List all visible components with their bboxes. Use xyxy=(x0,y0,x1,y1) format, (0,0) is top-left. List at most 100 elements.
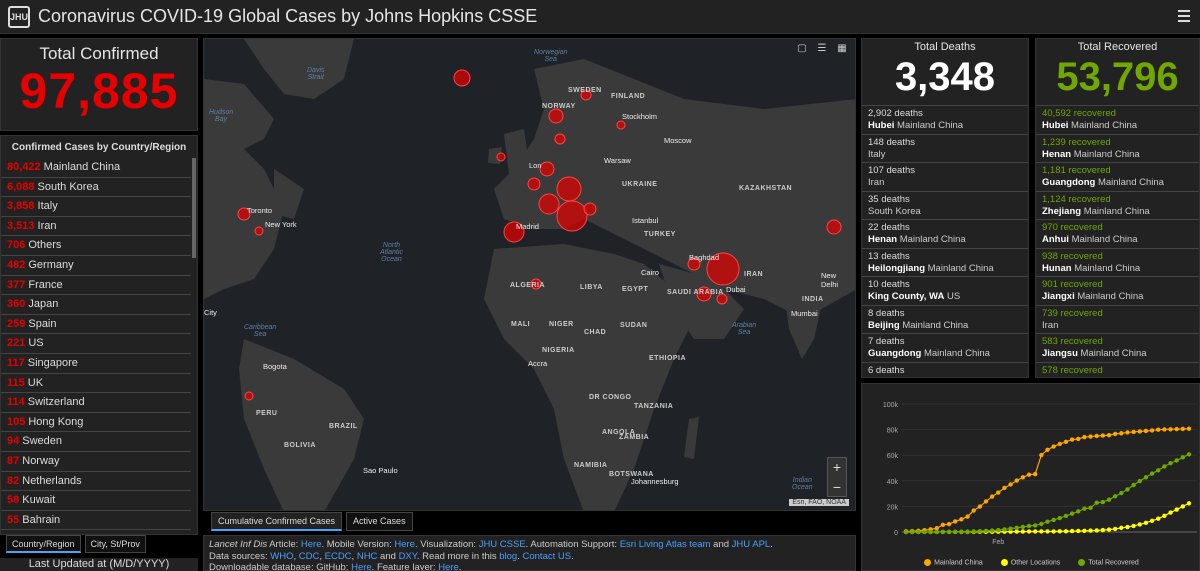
data-point xyxy=(1174,426,1179,432)
zoom-out-button[interactable]: − xyxy=(828,478,846,498)
recovered-row[interactable]: 1,124 recovered Zhejiang Mainland China xyxy=(1036,192,1199,220)
country-row[interactable]: 87 Norway xyxy=(1,452,191,472)
bookmark-icon[interactable]: ▢ xyxy=(795,43,809,57)
zoom-in-button[interactable]: + xyxy=(828,458,846,478)
github-link[interactable]: Here xyxy=(351,562,372,570)
data-point xyxy=(940,522,946,528)
deaths-row[interactable]: 13 deaths Heilongjiang Mainland China xyxy=(862,249,1028,277)
country-row[interactable]: 706 Others xyxy=(1,236,191,256)
legend-icon[interactable]: ☰ xyxy=(815,43,829,57)
blog-link[interactable]: blog xyxy=(499,551,517,562)
data-point xyxy=(1032,523,1038,528)
deaths-row[interactable]: 35 deaths South Korea xyxy=(862,192,1028,220)
recovered-row[interactable]: 938 recovered Hunan Mainland China xyxy=(1036,249,1199,277)
data-point xyxy=(1162,427,1167,432)
data-point xyxy=(1026,529,1032,534)
tab-cumulative-confirmed[interactable]: Cumulative Confirmed Cases xyxy=(211,512,343,531)
deaths-row[interactable]: 7 deaths Guangdong Mainland China xyxy=(862,334,1028,363)
country-row[interactable]: 114 Switzerland xyxy=(1,393,191,413)
data-point xyxy=(989,494,995,499)
basemap-gallery-icon[interactable]: ▦ xyxy=(835,43,849,57)
country-row[interactable]: 94 Sweden xyxy=(1,432,191,452)
world-map[interactable]: Davis Strait Hudson Bay Norwegian Sea No… xyxy=(203,38,856,511)
recovered-region: Mainland China xyxy=(1091,377,1157,378)
deaths-region: Mainland China xyxy=(897,120,964,131)
feature-layer-link[interactable]: Here xyxy=(438,562,459,570)
deaths-row[interactable]: 8 deaths Beijing Mainland China xyxy=(862,306,1028,334)
esri-link[interactable]: Esri Living Atlas team xyxy=(620,539,711,550)
recovered-row[interactable]: 901 recovered Jiangxi Mainland China xyxy=(1036,277,1199,306)
who-link[interactable]: WHO xyxy=(270,551,293,562)
article-link[interactable]: Here xyxy=(301,539,322,550)
deaths-row[interactable]: 2,902 deaths Hubei Mainland China xyxy=(862,106,1028,135)
total-confirmed-value: 97,885 xyxy=(19,63,179,119)
legend-item[interactable]: Mainland China xyxy=(924,558,983,566)
deaths-row[interactable]: 22 deaths Henan Mainland China xyxy=(862,220,1028,249)
country-row[interactable]: 259 Spain xyxy=(1,315,191,335)
mobile-version-link[interactable]: Here xyxy=(394,539,415,550)
data-point xyxy=(1186,452,1192,457)
country-row[interactable]: 55 Bahrain xyxy=(1,511,191,531)
recovered-row[interactable]: 40,592 recovered Hubei Mainland China xyxy=(1036,106,1199,135)
country-row[interactable]: 58 Kuwait xyxy=(1,491,191,511)
recovered-place: Hunan xyxy=(1042,262,1072,274)
data-point xyxy=(1094,433,1099,439)
recovered-row[interactable]: 739 recovered Iran xyxy=(1036,306,1199,334)
recovered-row[interactable]: 970 recovered Anhui Mainland China xyxy=(1036,220,1199,249)
country-list-scrollbar[interactable] xyxy=(192,158,196,258)
cdc-link[interactable]: CDC xyxy=(299,551,320,562)
recovered-row[interactable]: 1,239 recovered Henan Mainland China xyxy=(1036,135,1199,163)
contact-link[interactable]: Contact US xyxy=(523,551,572,562)
jhu-apl-link[interactable]: JHU APL xyxy=(732,539,771,550)
country-row[interactable]: 3,858 Italy xyxy=(1,197,191,217)
city-madrid: Madrid xyxy=(516,222,539,231)
recovered-count: 1,181 recovered xyxy=(1042,165,1111,176)
country-row[interactable]: 105 Hong Kong xyxy=(1,413,191,433)
data-point xyxy=(1082,506,1087,511)
tab-active-cases[interactable]: Active Cases xyxy=(346,512,413,531)
city-sao-paulo: Sao Paulo xyxy=(363,466,398,475)
deaths-row[interactable]: 107 deaths Iran xyxy=(862,163,1028,192)
data-point xyxy=(1076,436,1081,442)
country-row[interactable]: 482 Germany xyxy=(1,256,191,276)
recovered-count: 1,124 recovered xyxy=(1042,193,1111,205)
deaths-row[interactable]: 148 deaths Italy xyxy=(862,135,1028,163)
recovered-region: Mainland China xyxy=(1071,120,1138,131)
country-row[interactable]: 377 France xyxy=(1,276,191,296)
country-row[interactable]: 82 Netherlands xyxy=(1,472,191,492)
deaths-row[interactable]: 10 deaths King County, WA US xyxy=(862,277,1028,306)
dxy-link[interactable]: DXY xyxy=(399,551,417,562)
recovered-row[interactable]: 578 recoveredShandong Mainland China xyxy=(1036,363,1199,378)
data-point xyxy=(1174,507,1179,512)
data-point xyxy=(1125,487,1130,492)
series-line xyxy=(905,502,1190,533)
recovered-row[interactable]: 583 recovered Jiangsu Mainland China xyxy=(1036,334,1199,363)
jhu-csse-link[interactable]: JHU CSSE xyxy=(479,539,526,550)
country-row[interactable]: 117 Singapore xyxy=(1,354,191,374)
label-india: INDIA xyxy=(802,296,824,303)
data-point xyxy=(1026,472,1032,477)
menu-icon[interactable] xyxy=(1178,10,1190,22)
data-point xyxy=(1143,520,1149,526)
legend-item[interactable]: Other Locations xyxy=(1000,558,1060,566)
recovered-row[interactable]: 1,181 recovered Guangdong Mainland China xyxy=(1036,163,1199,192)
nhc-link[interactable]: NHC xyxy=(357,551,378,562)
country-row[interactable]: 3,513 Iran xyxy=(1,217,191,237)
app-title: Coronavirus COVID-19 Global Cases by Joh… xyxy=(38,6,538,26)
tab-country-region[interactable]: Country/Region xyxy=(6,535,81,553)
legend-item[interactable]: Total Recovered xyxy=(1078,558,1139,566)
country-row[interactable]: 221 US xyxy=(1,334,191,354)
country-row[interactable]: 6,088 South Korea xyxy=(1,178,191,198)
label-north-atlantic: North Atlantic Ocean xyxy=(380,242,403,263)
data-point xyxy=(916,529,921,535)
ecdc-link[interactable]: ECDC xyxy=(325,551,352,562)
country-count: 58 xyxy=(7,494,20,507)
country-row[interactable]: 80,422 Mainland China xyxy=(1,158,191,178)
country-row[interactable]: 360 Japan xyxy=(1,295,191,315)
tab-city-state-province[interactable]: City, St/Prov xyxy=(84,535,146,553)
country-row[interactable]: 115 UK xyxy=(1,374,191,394)
label-arabian-sea: Arabian Sea xyxy=(732,322,757,336)
country-name: Hong Kong xyxy=(28,415,84,428)
city-new-delhi: New Delhi xyxy=(821,271,839,289)
deaths-row[interactable]: 6 deaths France xyxy=(862,363,1028,378)
